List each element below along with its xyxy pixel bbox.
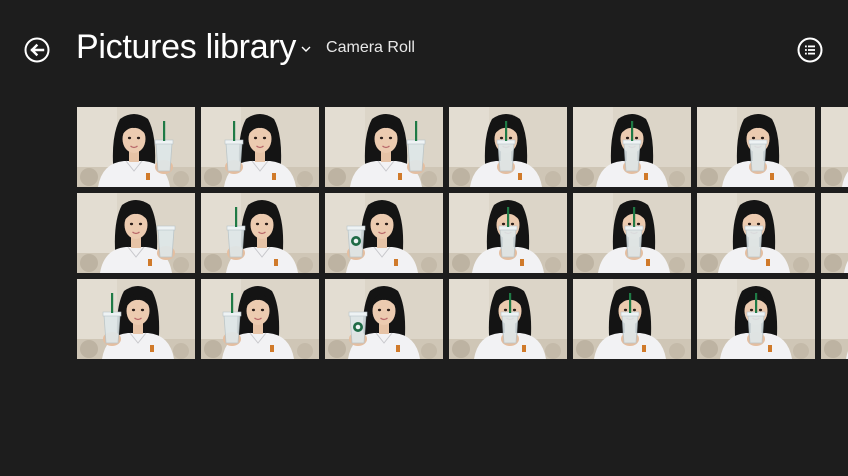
photo-thumbnail[interactable] bbox=[697, 107, 815, 187]
header: Pictures library Camera Roll bbox=[76, 28, 415, 67]
photo-thumbnail[interactable] bbox=[821, 279, 848, 359]
photo-thumbnail[interactable] bbox=[77, 193, 195, 273]
photo-thumbnail[interactable] bbox=[201, 279, 319, 359]
photo-thumbnail[interactable] bbox=[821, 107, 848, 187]
photo-thumbnail[interactable] bbox=[697, 193, 815, 273]
view-options-button[interactable] bbox=[797, 37, 823, 63]
photo-thumbnail[interactable] bbox=[573, 193, 691, 273]
photo-thumbnail[interactable] bbox=[821, 193, 848, 273]
page-title[interactable]: Pictures library bbox=[76, 28, 296, 67]
chevron-down-icon[interactable] bbox=[300, 39, 312, 52]
photo-thumbnail[interactable] bbox=[449, 193, 567, 273]
photos-app: Pictures library Camera Roll bbox=[0, 0, 848, 476]
photo-thumbnail[interactable] bbox=[449, 279, 567, 359]
photo-thumbnail[interactable] bbox=[697, 279, 815, 359]
photo-thumbnail[interactable] bbox=[201, 107, 319, 187]
photo-thumbnail[interactable] bbox=[573, 107, 691, 187]
photo-grid bbox=[77, 107, 848, 359]
back-button[interactable] bbox=[24, 37, 50, 63]
back-arrow-icon bbox=[24, 37, 50, 63]
list-view-icon bbox=[797, 37, 823, 63]
photo-thumbnail[interactable] bbox=[77, 279, 195, 359]
photo-thumbnail[interactable] bbox=[325, 193, 443, 273]
photo-thumbnail[interactable] bbox=[573, 279, 691, 359]
folder-name: Camera Roll bbox=[326, 39, 415, 56]
photo-thumbnail[interactable] bbox=[201, 193, 319, 273]
photo-thumbnail[interactable] bbox=[77, 107, 195, 187]
photo-thumbnail[interactable] bbox=[449, 107, 567, 187]
photo-thumbnail[interactable] bbox=[325, 279, 443, 359]
photo-thumbnail[interactable] bbox=[325, 107, 443, 187]
